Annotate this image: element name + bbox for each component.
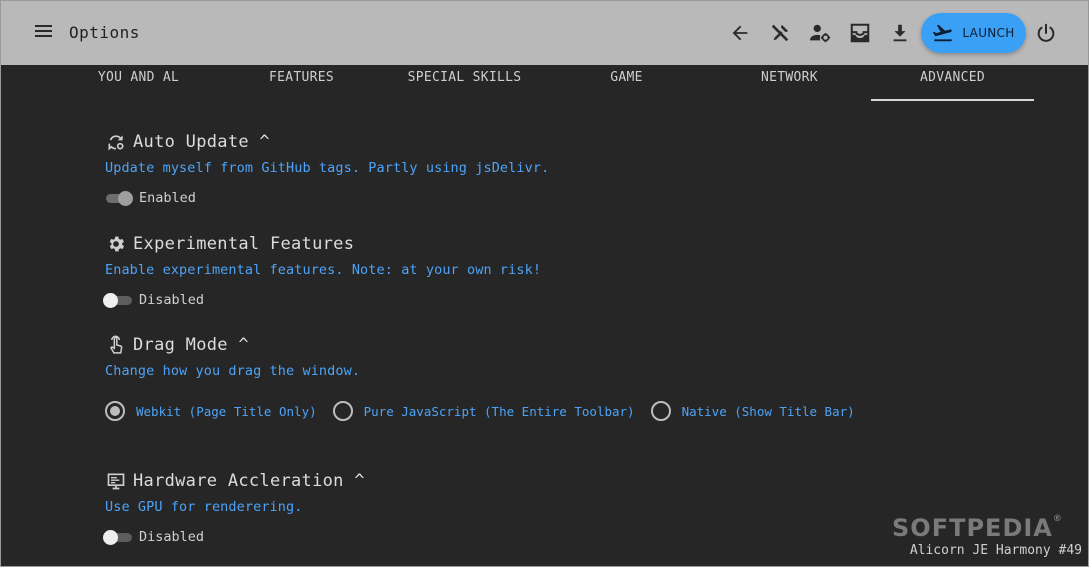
tools-icon[interactable] xyxy=(767,19,793,47)
hardware-acceleration-toggle[interactable] xyxy=(103,529,133,545)
drag-mode-radio-group: Webkit (Page Title Only) Pure JavaScript… xyxy=(105,399,871,423)
toggle-state-label: Enabled xyxy=(139,190,196,206)
setting-experimental-features: Experimental Features Enable experimenta… xyxy=(103,232,542,310)
launch-button[interactable]: LAUNCH xyxy=(921,13,1026,53)
toggle-state-label: Disabled xyxy=(139,529,205,545)
gear-icon xyxy=(105,233,127,255)
monitor-icon xyxy=(105,470,127,492)
radio-label: Webkit (Page Title Only) xyxy=(136,403,317,419)
gesture-tap-icon xyxy=(105,334,127,356)
auto-update-toggle[interactable] xyxy=(105,190,133,206)
power-icon[interactable] xyxy=(1033,19,1059,47)
setting-title: Experimental Features xyxy=(133,234,355,254)
setting-title: Hardware Accleration ^ xyxy=(133,471,365,491)
setting-description: Change how you drag the window. xyxy=(105,363,361,379)
radio-label: Native (Show Title Bar) xyxy=(681,403,855,419)
setting-description: Use GPU for renderering. xyxy=(105,499,303,515)
tab-bar: YOU AND AL FEATURES SPECIAL SKILLS GAME … xyxy=(57,65,1034,101)
back-arrow-icon[interactable] xyxy=(727,19,753,47)
version-label: Alicorn JE Harmony #49 xyxy=(909,543,1082,558)
softpedia-watermark: SOFTPEDIA® xyxy=(892,514,1063,542)
tab-special-skills[interactable]: SPECIAL SKILLS xyxy=(383,65,546,101)
tab-advanced[interactable]: ADVANCED xyxy=(871,65,1034,101)
toggle-state-label: Disabled xyxy=(139,292,205,308)
download-icon[interactable] xyxy=(887,19,913,47)
radio-button[interactable] xyxy=(105,401,125,421)
account-settings-icon[interactable] xyxy=(807,19,833,47)
launch-label: LAUNCH xyxy=(962,26,1015,40)
setting-title: Auto Update ^ xyxy=(133,132,270,152)
experimental-features-toggle[interactable] xyxy=(103,292,133,308)
radio-label: Pure JavaScript (The Entire Toolbar) xyxy=(363,403,635,419)
tab-you-and-al[interactable]: YOU AND AL xyxy=(57,65,220,101)
page-title: Options xyxy=(69,23,140,42)
app-window: Options LAUNCH YOU AND AL FEATURES SPECI… xyxy=(0,0,1089,567)
setting-drag-mode: Drag Mode ^ Change how you drag the wind… xyxy=(105,333,360,381)
radio-webkit[interactable]: Webkit (Page Title Only) xyxy=(105,401,317,421)
setting-title: Drag Mode ^ xyxy=(133,335,249,355)
radio-native[interactable]: Native (Show Title Bar) xyxy=(650,401,855,421)
tab-network[interactable]: NETWORK xyxy=(708,65,871,101)
radio-button[interactable] xyxy=(332,401,353,421)
inbox-icon[interactable] xyxy=(847,19,873,47)
radio-pure-javascript[interactable]: Pure JavaScript (The Entire Toolbar) xyxy=(332,401,635,421)
airplane-takeoff-icon xyxy=(933,24,953,42)
header-bar: Options LAUNCH xyxy=(1,1,1088,65)
setting-hardware-acceleration: Hardware Accleration ^ Use GPU for rende… xyxy=(103,469,365,547)
menu-icon[interactable] xyxy=(33,22,57,44)
tab-features[interactable]: FEATURES xyxy=(220,65,383,101)
radio-button[interactable] xyxy=(650,401,671,421)
tab-game[interactable]: GAME xyxy=(545,65,708,101)
setting-auto-update: Auto Update ^ Update myself from GitHub … xyxy=(105,130,549,208)
setting-description: Update myself from GitHub tags. Partly u… xyxy=(105,160,550,176)
setting-description: Enable experimental features. Note: at y… xyxy=(105,262,542,278)
update-icon xyxy=(105,131,127,153)
